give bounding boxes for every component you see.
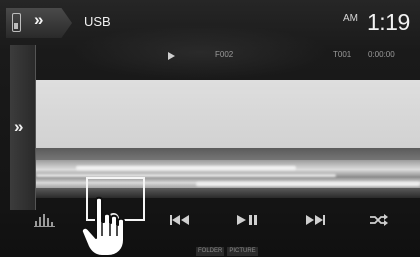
mode-label-picture: PICTURE: [227, 247, 258, 256]
play-pause-icon: [237, 215, 257, 225]
hand-pointer-icon: [80, 196, 125, 257]
mode-label-folder: FOLDER: [196, 247, 225, 256]
equalizer-button[interactable]: [20, 200, 70, 240]
play-time: 0:00:00: [368, 50, 395, 59]
skip-previous-icon: [170, 215, 189, 225]
double-chevron-right-icon: »: [14, 117, 24, 136]
mode-labels: FOLDER PICTURE: [196, 247, 258, 256]
clock-time: 1:19: [367, 9, 410, 35]
equalizer-icon: [34, 214, 55, 227]
play-pause-button[interactable]: [222, 200, 272, 240]
shuffle-icon: [370, 214, 388, 226]
skip-next-icon: [306, 215, 325, 225]
wave-foam: [76, 166, 296, 170]
shuffle-button[interactable]: [354, 200, 404, 240]
usb-icon: [12, 13, 21, 32]
side-panel-button[interactable]: »: [10, 45, 36, 210]
double-chevron-right-icon: »: [34, 10, 44, 29]
top-bar: » USB AM 1:19: [0, 0, 420, 44]
wave-foam: [196, 182, 420, 186]
folder-number: F002: [215, 50, 234, 59]
track-number: T001: [333, 50, 352, 59]
next-track-button[interactable]: [290, 200, 340, 240]
wave-foam: [36, 174, 336, 177]
previous-track-button[interactable]: [155, 200, 205, 240]
usb-playback-screen: » USB AM 1:19 F002 T001 0:00:00 » FOLDER…: [0, 0, 420, 257]
clock-ampm: AM: [343, 13, 358, 24]
source-name: USB: [84, 14, 111, 29]
play-icon: [168, 52, 175, 60]
